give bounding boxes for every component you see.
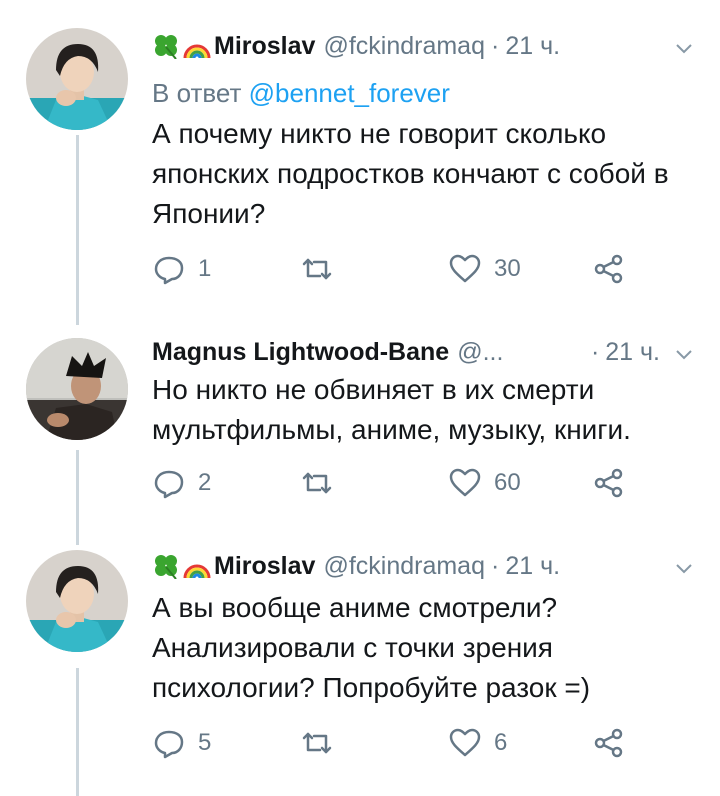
retweet-icon: [302, 732, 332, 754]
tweet-text: Но никто не обвиняет в их смерти мультфи…: [152, 374, 631, 445]
display-name[interactable]: Miroslav: [214, 32, 315, 61]
tweet-text: А почему никто не говорит сколько японск…: [152, 118, 669, 229]
chevron-down-icon[interactable]: [674, 344, 694, 364]
four-leaf-clover-icon: [152, 553, 180, 579]
tweet-text: А вы вообще аниме смотрели? Анализировал…: [152, 592, 591, 703]
reply-prefix: В ответ: [152, 78, 242, 108]
reply-count: 1: [198, 255, 212, 282]
reply-mention-link[interactable]: @bennet_forever: [249, 78, 450, 108]
reply-button[interactable]: 2: [152, 466, 211, 500]
heart-icon: [449, 468, 481, 497]
tweet-actions: 5 6: [152, 726, 642, 760]
like-count: 60: [494, 469, 521, 496]
tweet-header: Miroslav @fckindramaq · 21 ч.: [152, 28, 700, 64]
avatar[interactable]: [26, 28, 128, 130]
timestamp[interactable]: 21 ч.: [505, 552, 560, 581]
reply-icon: [154, 730, 184, 759]
like-button[interactable]: 60: [448, 466, 521, 500]
display-name[interactable]: Magnus Lightwood-Bane: [152, 338, 449, 367]
avatar-photo: [26, 338, 128, 440]
heart-icon: [449, 254, 481, 283]
timestamp[interactable]: 21 ч.: [505, 32, 560, 61]
separator: ·: [491, 551, 500, 580]
user-handle[interactable]: @fckindramaq: [323, 552, 485, 581]
share-icon: [594, 468, 623, 498]
like-button[interactable]: 6: [448, 726, 507, 760]
rainbow-icon: [182, 554, 212, 578]
share-icon: [594, 728, 623, 758]
avatar[interactable]: [26, 338, 128, 440]
tweet-header: Magnus Lightwood-Bane @... · 21 ч.: [152, 334, 700, 370]
like-count: 30: [494, 255, 521, 282]
user-handle[interactable]: @...: [457, 338, 503, 367]
tweet-actions: 1 30: [152, 252, 642, 286]
chevron-down-icon[interactable]: [674, 38, 694, 58]
reply-icon: [154, 470, 184, 499]
display-name[interactable]: Miroslav: [214, 552, 315, 581]
separator: ·: [590, 337, 600, 366]
like-button[interactable]: 30: [448, 252, 521, 286]
avatar-photo: [26, 28, 128, 130]
share-button[interactable]: [592, 726, 626, 760]
reply-context: В ответ @bennet_forever: [152, 78, 450, 109]
tweet-header: Miroslav @fckindramaq · 21 ч.: [152, 548, 700, 584]
avatar[interactable]: [26, 550, 128, 652]
retweet-icon: [302, 472, 332, 494]
heart-icon: [449, 728, 481, 757]
retweet-button[interactable]: [300, 252, 346, 286]
timestamp[interactable]: 21 ч.: [605, 338, 660, 367]
tweet-actions: 2 60: [152, 466, 642, 500]
reply-count: 2: [198, 469, 212, 496]
separator: ·: [491, 31, 500, 60]
tweet[interactable]: Miroslav @fckindramaq · 21 ч. А вы вообщ…: [0, 540, 720, 796]
share-button[interactable]: [592, 466, 626, 500]
four-leaf-clover-icon: [152, 33, 180, 59]
reply-icon: [154, 256, 184, 285]
reply-button[interactable]: 1: [152, 252, 211, 286]
avatar-photo: [26, 550, 128, 652]
rainbow-icon: [182, 34, 212, 58]
user-handle[interactable]: @fckindramaq: [323, 32, 485, 61]
chevron-down-icon[interactable]: [674, 558, 694, 578]
like-count: 6: [494, 729, 508, 756]
share-button[interactable]: [592, 252, 626, 286]
retweet-button[interactable]: [300, 726, 346, 760]
tweet[interactable]: Magnus Lightwood-Bane @... · 21 ч. Но ни…: [0, 320, 720, 540]
tweet[interactable]: Miroslav @fckindramaq · 21 ч. В ответ @b…: [0, 0, 720, 320]
retweet-button[interactable]: [300, 466, 346, 500]
reply-count: 5: [198, 729, 212, 756]
retweet-icon: [302, 258, 332, 280]
reply-button[interactable]: 5: [152, 726, 211, 760]
share-icon: [594, 254, 623, 284]
